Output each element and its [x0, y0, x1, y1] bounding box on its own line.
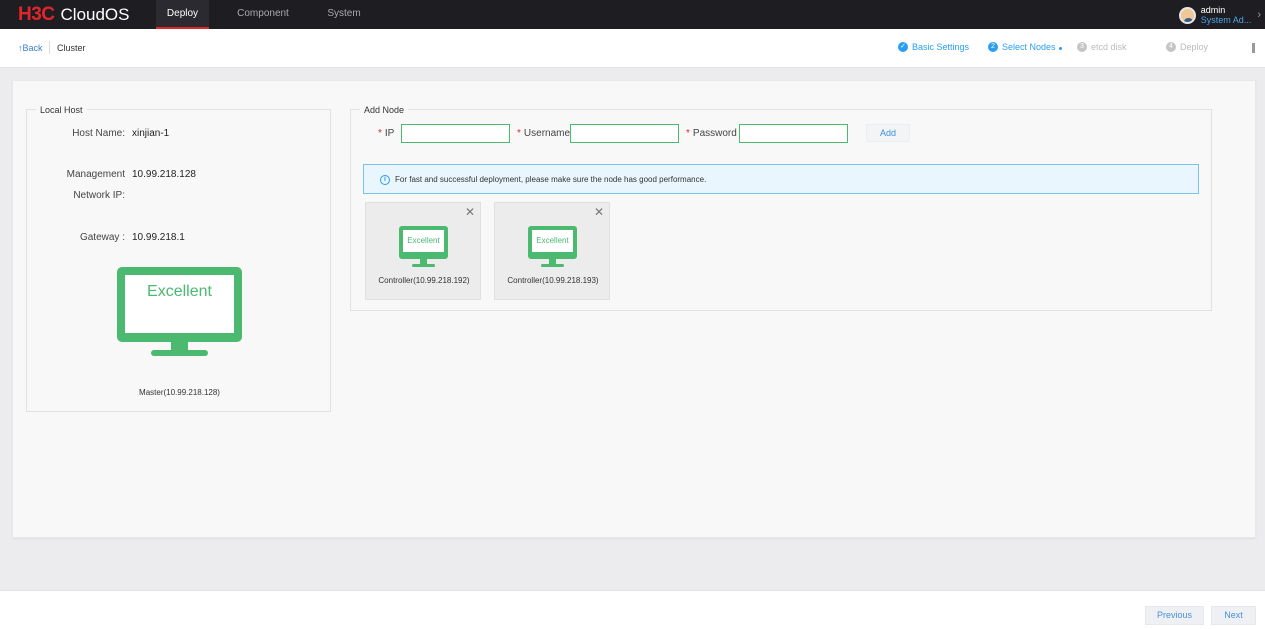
- monitor-base: [412, 264, 435, 267]
- close-icon[interactable]: ✕: [465, 205, 475, 219]
- password-label: * Password: [686, 128, 737, 139]
- user-role: System Ad...: [1200, 15, 1252, 25]
- mgmt-ip-label-line1: Management: [66, 169, 125, 180]
- monitor-status: Excellent: [147, 283, 212, 300]
- ip-label: * IP: [378, 128, 395, 139]
- user-name: admin: [1200, 5, 1226, 15]
- breadcrumb-current: Cluster: [57, 43, 86, 53]
- gateway-value: 10.99.218.1: [132, 232, 185, 243]
- back-link[interactable]: ↑Back: [18, 43, 43, 53]
- local-host-section: Local Host Host Name: xinjian-1 Manageme…: [26, 105, 331, 412]
- username-input[interactable]: [570, 124, 679, 143]
- step-etcd-disk[interactable]: 3 etcd disk: [1077, 42, 1127, 52]
- step-label: Deploy: [1180, 42, 1209, 52]
- step-label: Select Nodes: [1002, 42, 1056, 52]
- node-label: Controller(10.99.218.193): [507, 276, 599, 285]
- step-label: etcd disk: [1091, 42, 1127, 52]
- host-name-label: Host Name:: [72, 128, 125, 139]
- host-name-value: xinjian-1: [132, 128, 170, 139]
- next-button[interactable]: Next: [1211, 606, 1256, 625]
- info-text: For fast and successful deployment, plea…: [395, 175, 707, 184]
- step-deploy[interactable]: 4 Deploy: [1166, 42, 1208, 52]
- monitor-base: [541, 264, 564, 267]
- monitor-icon: Excellent: [399, 226, 448, 259]
- ip-input[interactable]: [401, 124, 510, 143]
- check-icon: ✓: [898, 42, 908, 52]
- monitor-base: [151, 350, 208, 356]
- mgmt-ip-label-line2: Network IP:: [73, 190, 125, 201]
- tab-system[interactable]: System: [318, 0, 370, 29]
- tab-deploy[interactable]: Deploy: [156, 0, 209, 29]
- h3c-cloudos-logo[interactable]: H3C CloudOS: [18, 4, 130, 25]
- breadcrumb-bar: ↑Back Cluster ✓ Basic Settings 2 Select …: [0, 29, 1265, 68]
- node-status: Excellent: [407, 236, 440, 245]
- node-card[interactable]: ✕ Excellent Controller(10.99.218.192): [365, 202, 481, 300]
- close-icon[interactable]: ✕: [594, 205, 604, 219]
- step-label: Basic Settings: [912, 42, 970, 52]
- add-node-section: Add Node * IP * Username * Password Add i F…: [350, 105, 1212, 311]
- logo-product-name: CloudOS: [60, 5, 130, 24]
- step-number: 3: [1077, 42, 1087, 52]
- monitor-screen: Excellent: [403, 230, 444, 252]
- username-label: * Username: [517, 128, 571, 139]
- step-number: 2: [988, 42, 998, 52]
- gateway-label: Gateway :: [79, 232, 125, 243]
- password-input[interactable]: [739, 124, 848, 143]
- scroll-handle[interactable]: [1252, 43, 1255, 53]
- step-indicator-dot: [1059, 47, 1062, 50]
- user-menu[interactable]: admin System Ad... ›: [1178, 3, 1261, 27]
- main-panel: Local Host Host Name: xinjian-1 Manageme…: [12, 80, 1256, 538]
- breadcrumb-divider: [49, 41, 50, 54]
- monitor-screen: Excellent: [532, 230, 573, 252]
- monitor-body: Excellent: [117, 267, 242, 342]
- node-label: Controller(10.99.218.192): [378, 276, 470, 285]
- chevron-right-icon[interactable]: ›: [1257, 9, 1261, 21]
- node-status: Excellent: [536, 236, 569, 245]
- master-label: Master(10.99.218.128): [139, 388, 220, 397]
- step-number: 4: [1166, 42, 1176, 52]
- info-icon: i: [380, 175, 390, 185]
- performance-info-banner: i For fast and successful deployment, pl…: [363, 164, 1199, 194]
- footer-bar: Previous Next: [0, 590, 1265, 629]
- monitor-icon: Excellent: [528, 226, 577, 259]
- monitor-screen: Excellent: [125, 275, 234, 333]
- previous-button[interactable]: Previous: [1145, 606, 1204, 625]
- step-basic-settings[interactable]: ✓ Basic Settings: [898, 42, 969, 52]
- add-node-legend: Add Node: [360, 105, 409, 115]
- step-select-nodes[interactable]: 2 Select Nodes: [988, 42, 1056, 52]
- logo-brand: H3C: [18, 4, 55, 25]
- mgmt-ip-value: 10.99.218.128: [132, 169, 196, 180]
- add-button[interactable]: Add: [866, 124, 910, 142]
- tab-component-packages[interactable]: Component Packages: [215, 0, 311, 46]
- local-host-legend: Local Host: [36, 105, 87, 115]
- back-label: Back: [22, 43, 43, 53]
- top-navigation-bar: H3C CloudOS Deploy Component Packages Sy…: [0, 0, 1265, 46]
- node-card[interactable]: ✕ Excellent Controller(10.99.218.193): [494, 202, 610, 300]
- user-avatar: [1178, 6, 1196, 24]
